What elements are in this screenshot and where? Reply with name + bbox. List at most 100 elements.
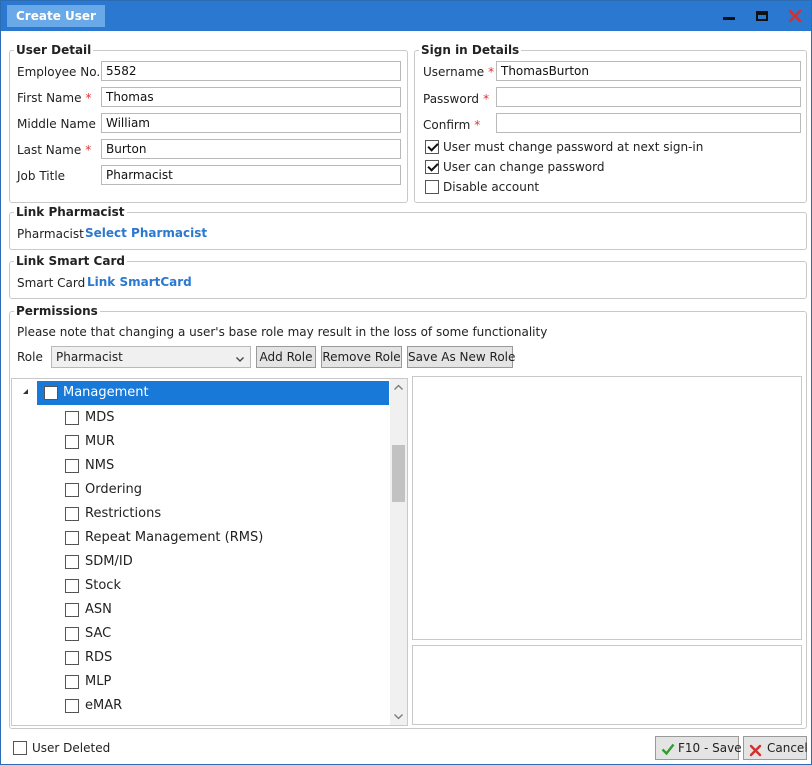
permissions-description-panel bbox=[412, 645, 802, 725]
select-pharmacist-link[interactable]: Select Pharmacist bbox=[85, 226, 207, 240]
last-name-label: Last Name * bbox=[17, 143, 92, 157]
cancel-button-label: Cancel bbox=[767, 741, 808, 755]
employee-no-label: Employee No. bbox=[17, 65, 101, 79]
tree-item-checkbox[interactable] bbox=[65, 459, 79, 473]
middle-name-field[interactable]: William bbox=[101, 113, 401, 133]
tree-row[interactable]: MUR bbox=[12, 430, 389, 454]
permissions-legend: Permissions bbox=[14, 304, 100, 318]
disable-account-checkbox[interactable] bbox=[425, 180, 439, 194]
tree-item-label: SDM/ID bbox=[85, 554, 133, 569]
maximize-icon[interactable] bbox=[754, 8, 770, 24]
job-title-field[interactable]: Pharmacist bbox=[101, 165, 401, 185]
user-detail-legend: User Detail bbox=[14, 43, 94, 57]
save-as-new-role-button[interactable]: Save As New Role bbox=[407, 346, 515, 368]
tree-row[interactable]: eMAR bbox=[12, 694, 389, 718]
tree-item-checkbox[interactable] bbox=[65, 435, 79, 449]
tree-item-label: Ordering bbox=[85, 482, 143, 497]
tree-row[interactable]: RDS bbox=[12, 646, 389, 670]
tree-scrollbar[interactable] bbox=[390, 379, 407, 725]
tree-item-label: MDS bbox=[85, 410, 115, 425]
expand-arrow-icon[interactable] bbox=[23, 389, 28, 394]
tree-item-label: Restrictions bbox=[85, 506, 162, 521]
user-deleted-checkbox[interactable] bbox=[13, 741, 27, 755]
management-checkbox[interactable] bbox=[44, 386, 58, 400]
chevron-down-icon bbox=[235, 350, 245, 370]
tree-item-checkbox[interactable] bbox=[65, 699, 79, 713]
pharmacist-label: Pharmacist bbox=[17, 227, 84, 241]
tree-item-label: Stock bbox=[85, 578, 121, 593]
link-smartcard-link[interactable]: Link SmartCard bbox=[87, 275, 192, 289]
employee-no-field[interactable]: 5582 bbox=[101, 61, 401, 81]
minimize-icon[interactable] bbox=[721, 8, 737, 24]
tree-item-checkbox[interactable] bbox=[65, 483, 79, 497]
first-name-field[interactable]: Thomas bbox=[101, 87, 401, 107]
tree-row[interactable]: Repeat Management (RMS) bbox=[12, 526, 389, 550]
management-label: Management bbox=[63, 385, 149, 400]
permissions-tree: Management MDS MUR NMS Ordering Restrictions… bbox=[11, 378, 408, 726]
tree-item-checkbox[interactable] bbox=[65, 675, 79, 689]
tree-row[interactable]: Restrictions bbox=[12, 502, 389, 526]
can-change-password-label: User can change password bbox=[443, 160, 605, 174]
tree-item-label: RDS bbox=[85, 650, 113, 665]
tree-item-checkbox[interactable] bbox=[65, 411, 79, 425]
tree-row[interactable]: NMS bbox=[12, 454, 389, 478]
first-name-label: First Name * bbox=[17, 91, 92, 105]
tree-row[interactable]: SAC bbox=[12, 622, 389, 646]
link-pharmacist-legend: Link Pharmacist bbox=[14, 205, 127, 219]
check-icon bbox=[661, 741, 675, 763]
close-icon[interactable] bbox=[787, 8, 803, 24]
disable-account-label: Disable account bbox=[443, 180, 540, 194]
tree-row[interactable]: SDM/ID bbox=[12, 550, 389, 574]
scroll-thumb[interactable] bbox=[392, 445, 405, 502]
confirm-label: Confirm * bbox=[423, 118, 481, 132]
must-change-password-checkbox[interactable] bbox=[425, 140, 439, 154]
remove-role-button[interactable]: Remove Role bbox=[321, 346, 402, 368]
tree-item-checkbox[interactable] bbox=[65, 603, 79, 617]
password-field[interactable] bbox=[496, 87, 801, 107]
tree-item-checkbox[interactable] bbox=[65, 579, 79, 593]
tree-item-label: NMS bbox=[85, 458, 115, 473]
tree-item-label: eMAR bbox=[85, 698, 123, 713]
scroll-up-icon[interactable] bbox=[390, 379, 407, 396]
username-field[interactable]: ThomasBurton bbox=[496, 61, 801, 81]
tree-item-checkbox[interactable] bbox=[65, 627, 79, 641]
title-bar: Create User bbox=[1, 1, 811, 31]
cancel-x-icon bbox=[749, 742, 762, 764]
permissions-detail-panel bbox=[412, 376, 802, 640]
tree-item-label: ASN bbox=[85, 602, 112, 617]
tree-row[interactable]: MLP bbox=[12, 670, 389, 694]
username-label: Username * bbox=[423, 65, 495, 79]
middle-name-label: Middle Name bbox=[17, 117, 96, 131]
can-change-password-checkbox[interactable] bbox=[425, 160, 439, 174]
smart-card-label: Smart Card bbox=[17, 276, 86, 290]
role-select-value: Pharmacist bbox=[56, 350, 123, 364]
password-label: Password * bbox=[423, 92, 490, 106]
sign-in-legend: Sign in Details bbox=[419, 43, 522, 57]
role-select[interactable]: Pharmacist bbox=[51, 346, 251, 368]
window-title: Create User bbox=[7, 5, 105, 27]
tree-item-checkbox[interactable] bbox=[65, 555, 79, 569]
add-role-button[interactable]: Add Role bbox=[256, 346, 316, 368]
tree-row[interactable]: Ordering bbox=[12, 478, 389, 502]
tree-item-checkbox[interactable] bbox=[65, 531, 79, 545]
tree-row[interactable]: MDS bbox=[12, 406, 389, 430]
tree-item-checkbox[interactable] bbox=[65, 651, 79, 665]
scroll-down-icon[interactable] bbox=[390, 708, 407, 725]
tree-item-checkbox[interactable] bbox=[65, 507, 79, 521]
tree-row[interactable]: ASN bbox=[12, 598, 389, 622]
user-deleted-label: User Deleted bbox=[32, 741, 111, 755]
tree-item-label: MUR bbox=[85, 434, 115, 449]
role-label: Role bbox=[17, 350, 43, 364]
confirm-field[interactable] bbox=[496, 113, 801, 133]
create-user-window: Create User User Detail Employee No. 558… bbox=[0, 0, 812, 765]
must-change-password-label: User must change password at next sign-i… bbox=[443, 140, 704, 154]
tree-item-label: MLP bbox=[85, 674, 112, 689]
tree-row[interactable]: Stock bbox=[12, 574, 389, 598]
cancel-button[interactable]: Cancel bbox=[743, 736, 808, 760]
job-title-label: Job Title bbox=[17, 169, 66, 183]
permissions-note: Please note that changing a user's base … bbox=[17, 325, 548, 339]
last-name-field[interactable]: Burton bbox=[101, 139, 401, 159]
tree-item-label: Repeat Management (RMS) bbox=[85, 530, 264, 545]
tree-item-label: SAC bbox=[85, 626, 112, 641]
save-button[interactable]: F10 - Save bbox=[655, 736, 742, 763]
